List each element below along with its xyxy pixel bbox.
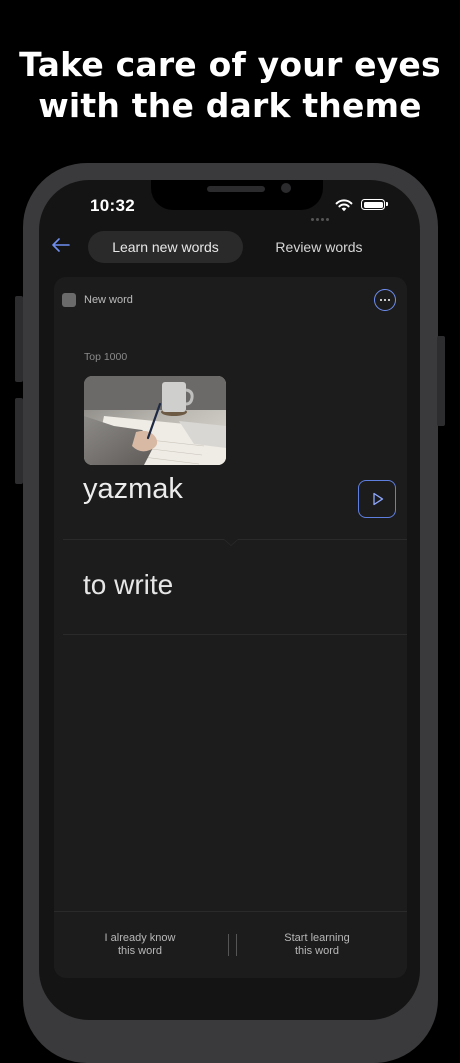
phone-power-button [437, 336, 445, 426]
signal-icon [311, 208, 331, 221]
already-know-label-1: I already know [104, 932, 176, 944]
promo-headline: Take care of your eyes with the dark the… [0, 44, 460, 126]
wifi-icon [335, 199, 353, 212]
start-learning-label-1: Start learning [284, 932, 350, 944]
back-arrow-icon[interactable] [52, 238, 70, 252]
already-know-label-2: this word [117, 945, 163, 957]
phone-volume-button [15, 398, 23, 484]
start-learning-button[interactable]: Start learning this word [257, 932, 377, 958]
flashcard: New word Top 1000 yazmak to write I alre… [54, 277, 407, 978]
speaker-grille [207, 186, 265, 192]
headline-line-2: with the dark theme [38, 86, 422, 125]
card-actions: I already know this word Start learning … [54, 911, 407, 978]
start-learning-label-2: this word [294, 945, 340, 957]
drag-handle-icon[interactable] [228, 934, 237, 956]
tab-learn-new-words[interactable]: Learn new words [88, 231, 243, 263]
new-word-checkbox[interactable] [62, 293, 76, 307]
translation-text: to write [83, 569, 174, 600]
divider [63, 634, 407, 635]
phone-mute-switch [15, 296, 23, 382]
play-icon [373, 492, 384, 506]
phone-screen: 10:32 Learn new words Review words New w… [39, 180, 420, 1020]
headline-line-1: Take care of your eyes [19, 45, 441, 84]
new-word-label: New word [84, 294, 133, 306]
status-time: 10:32 [90, 196, 135, 215]
more-options-button[interactable] [374, 289, 396, 311]
foreign-word: yazmak [83, 473, 183, 505]
category-label: Top 1000 [84, 351, 128, 363]
notch [151, 180, 323, 210]
front-camera [281, 183, 291, 193]
divider-pointer-fill [224, 539, 238, 545]
battery-icon [361, 199, 385, 210]
word-illustration-image [84, 376, 226, 465]
already-know-button[interactable]: I already know this word [80, 932, 200, 958]
play-audio-button[interactable] [358, 480, 396, 518]
tab-review-words[interactable]: Review words [243, 231, 395, 263]
battery-tip [386, 202, 388, 206]
